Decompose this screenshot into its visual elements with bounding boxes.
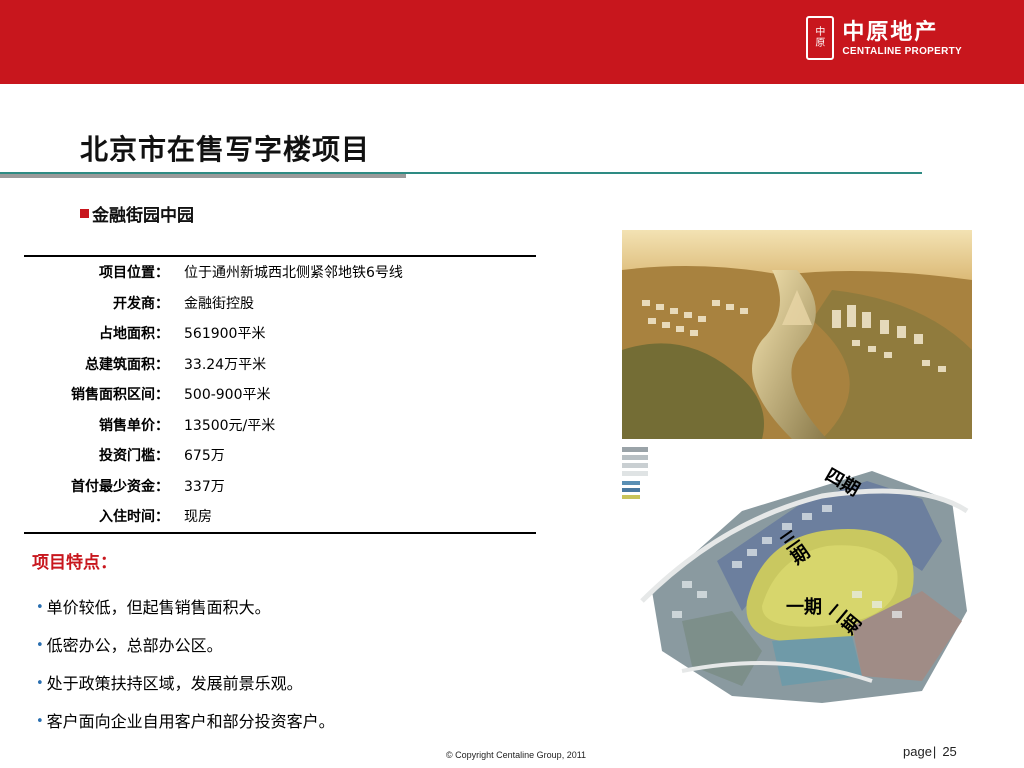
detail-value: 13500元/平米 — [184, 417, 276, 434]
bullet-dot-icon: • — [36, 676, 44, 691]
feature-text: 处于政策扶持区域，发展前景乐观。 — [46, 674, 303, 693]
detail-value: 现房 — [184, 509, 212, 526]
header-bar: 中 原 中原地产 CENTALINE PROPERTY — [0, 0, 1024, 84]
feature-text: 低密办公，总部办公区。 — [46, 636, 223, 655]
detail-value: 位于通州新城西北侧紧邻地铁6号线 — [184, 265, 403, 282]
table-row: 占地面积： 561900平米 — [24, 318, 536, 349]
detail-label: 占地面积： — [99, 326, 169, 343]
detail-label: 开发商： — [113, 295, 169, 312]
bullet-dot-icon: • — [36, 600, 44, 615]
page-separator: | — [932, 744, 937, 759]
detail-value: 33.24万平米 — [184, 356, 267, 373]
list-item: • 单价较低，但起售销售面积大。 — [36, 594, 335, 632]
detail-value: 337万 — [184, 478, 225, 495]
detail-label: 销售面积区间： — [71, 387, 169, 404]
square-bullet-icon — [80, 209, 89, 218]
detail-value: 561900平米 — [184, 326, 266, 343]
page-title: 北京市在售写字楼项目 — [80, 133, 371, 166]
detail-label: 投资门槛： — [99, 448, 169, 465]
list-item: • 处于政策扶持区域，发展前景乐观。 — [36, 670, 335, 708]
logo-seal-icon: 中 原 — [806, 16, 835, 60]
list-item: • 客户面向企业自用客户和部分投资客户。 — [36, 708, 335, 746]
logo-seal-bottom: 原 — [815, 38, 826, 49]
logo-seal-top: 中 — [815, 27, 826, 38]
project-details-table: 项目位置： 位于通州新城西北侧紧邻地铁6号线 开发商： 金融街控股 占地面积： 561… — [24, 255, 536, 534]
features-list: • 单价较低，但起售销售面积大。 • 低密办公，总部办公区。 • 处于政策扶持区域，发… — [36, 594, 335, 746]
table-row: 销售单价： 13500元/平米 — [24, 410, 536, 441]
features-title: 项目特点： — [32, 553, 117, 573]
logo-chinese-name: 中原地产 — [842, 19, 939, 45]
logo-english-name: CENTALINE PROPERTY — [842, 45, 962, 57]
feature-text: 客户面向企业自用客户和部分投资客户。 — [46, 712, 335, 731]
bullet-dot-icon: • — [36, 638, 44, 653]
table-row: 投资门槛： 675万 — [24, 440, 536, 471]
list-item: • 低密办公，总部办公区。 — [36, 632, 335, 670]
page-indicator: page| 25 — [903, 744, 957, 759]
detail-label: 总建筑面积： — [85, 356, 169, 373]
site-plan-map — [622, 441, 972, 705]
bullet-dot-icon: • — [36, 714, 44, 729]
table-row: 总建筑面积： 33.24万平米 — [24, 349, 536, 380]
feature-text: 单价较低，但起售销售面积大。 — [46, 598, 271, 617]
phase-label-one: 一期 — [786, 597, 822, 618]
detail-label: 销售单价： — [99, 417, 169, 434]
table-row: 项目位置： 位于通州新城西北侧紧邻地铁6号线 — [24, 256, 536, 288]
project-heading: 金融街园中园 — [80, 201, 194, 226]
detail-value: 675万 — [184, 448, 225, 465]
table-row: 入住时间： 现房 — [24, 501, 536, 533]
table-row: 首付最少资金： 337万 — [24, 471, 536, 502]
project-name: 金融街园中园 — [92, 206, 194, 226]
detail-label: 首付最少资金： — [71, 478, 169, 495]
table-row: 开发商： 金融街控股 — [24, 288, 536, 319]
centaline-logo: 中 原 中原地产 CENTALINE PROPERTY — [806, 12, 962, 64]
detail-value: 金融街控股 — [184, 295, 254, 312]
table-row: 销售面积区间： 500-900平米 — [24, 379, 536, 410]
detail-label: 入住时间： — [99, 509, 169, 526]
aerial-rendering-image — [622, 230, 972, 439]
page-number: 25 — [942, 744, 957, 759]
page-label: page — [903, 744, 932, 759]
detail-value: 500-900平米 — [184, 387, 271, 404]
copyright-notice: © Copyright Centaline Group, 2011 — [446, 750, 587, 760]
detail-label: 项目位置： — [99, 265, 169, 282]
title-divider-accent — [0, 174, 406, 178]
